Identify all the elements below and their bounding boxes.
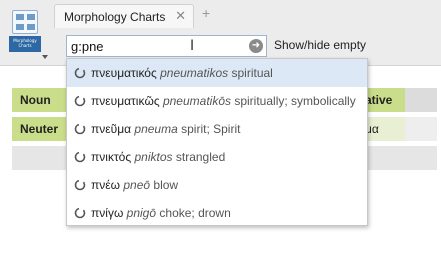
suggestion-greek: πνικτός — [91, 150, 132, 164]
suggestion-greek: πνευματικῶς — [91, 94, 160, 108]
chart-row-noun: Noun — [12, 88, 70, 112]
lemma-icon — [74, 123, 86, 135]
suggestion-translit: pneuma — [134, 122, 178, 136]
suggestion-item[interactable]: πνευματικῶς pneumatikōs spiritually; sym… — [67, 87, 367, 115]
chart-grid-icon — [12, 10, 38, 34]
search-input[interactable]: g:pne I ➜ — [66, 35, 267, 57]
suggestion-gloss: strangled — [175, 150, 226, 164]
chart-cell-empty — [405, 117, 437, 141]
suggestion-translit: pneumatikos — [160, 66, 229, 80]
lemma-icon — [74, 207, 86, 219]
lemma-icon — [74, 179, 86, 191]
arrow-right-circle-icon[interactable]: ➜ — [249, 39, 263, 53]
lemma-icon — [74, 151, 86, 163]
lemma-icon — [74, 95, 86, 107]
chevron-down-icon[interactable] — [42, 55, 48, 59]
text-cursor-icon: I — [190, 38, 195, 54]
suggestion-item[interactable]: πνέω pneō blow — [67, 171, 367, 199]
tab-title: Morphology Charts — [64, 10, 166, 24]
suggestion-gloss: spiritual — [231, 66, 273, 80]
search-input-value: g:pne — [71, 39, 104, 54]
new-tab-icon[interactable]: + — [202, 5, 210, 21]
lemma-icon — [74, 67, 86, 79]
suggestion-greek: πνευματικός — [91, 66, 157, 80]
chart-row-neuter: Neuter — [12, 117, 70, 141]
app-icon-label: Morphology Charts — [9, 36, 41, 52]
suggestion-translit: pneō — [123, 178, 151, 192]
suggestion-translit: pneumatikōs — [162, 94, 231, 108]
suggestion-gloss: spirit; Spirit — [181, 122, 241, 136]
suggestion-item[interactable]: πνευματικός pneumatikos spiritual — [67, 59, 367, 87]
suggestion-item[interactable]: πνικτός pniktos strangled — [67, 143, 367, 171]
chart-cell-empty — [405, 88, 437, 112]
suggestion-item[interactable]: πνεῦμα pneuma spirit; Spirit — [67, 115, 367, 143]
close-icon[interactable]: ✕ — [175, 9, 186, 23]
suggestion-greek: πνίγω — [91, 206, 124, 220]
tab-morphology-charts[interactable]: Morphology Charts ✕ — [54, 4, 194, 28]
suggestion-greek: πνέω — [91, 178, 120, 192]
autocomplete-dropdown: πνευματικός pneumatikos spiritual πνευμα… — [66, 58, 368, 226]
show-hide-empty-button[interactable]: Show/hide empty — [274, 38, 366, 52]
suggestion-gloss: choke; drown — [159, 206, 231, 220]
suggestion-translit: pniktos — [134, 150, 173, 164]
suggestion-greek: πνεῦμα — [91, 122, 132, 136]
suggestion-translit: pnigō — [126, 206, 157, 220]
suggestion-gloss: blow — [153, 178, 179, 192]
suggestion-gloss: spiritually; symbolically — [234, 94, 356, 108]
top-toolbar: Morphology Charts Morphology Charts ✕ + … — [0, 0, 441, 66]
suggestion-item[interactable]: πνίγω pnigō choke; drown — [67, 199, 367, 227]
morphology-charts-icon[interactable]: Morphology Charts — [8, 8, 42, 52]
